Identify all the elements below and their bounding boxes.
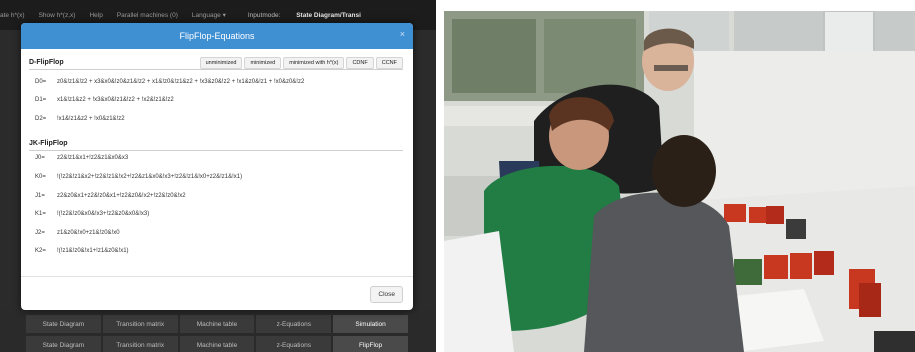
equation-expression: z1&z0&!x0+z1&!z0&!x0: [57, 230, 120, 236]
bottom-tab-area: State Diagram Transition matrix Machine …: [0, 310, 436, 352]
tab-state-diagram[interactable]: State Diagram: [26, 315, 101, 333]
lab-photo-illustration: [444, 11, 915, 352]
lab-module: [766, 206, 784, 224]
glasses: [654, 65, 688, 71]
composite-image: ate h*(x) Show h*(z,x) Help Parallel mac…: [0, 0, 915, 352]
inputmode-indicator: Inputmode: State Diagram/Transi: [248, 12, 361, 19]
flipflop-equations-dialog: FlipFlop-Equations × D-FlipFlop unminimi…: [21, 23, 413, 310]
equation-expression: z2&z0&x1+z2&!z0&x1+!z2&z0&!x2+!z2&!z0&!x…: [57, 193, 186, 199]
equation-k2: K2= !(!z1&!z0&!x1+!z1&z0&!x1): [35, 248, 129, 254]
cabinet-right: [694, 51, 915, 211]
cdnf-button[interactable]: CDNF: [346, 56, 374, 69]
equation-name: J1=: [35, 193, 45, 199]
window-pane: [544, 19, 636, 93]
equation-name: D1=: [35, 97, 47, 103]
lab-module: [764, 255, 788, 279]
equation-name: K0=: [35, 174, 46, 180]
app-screenshot: ate h*(x) Show h*(z,x) Help Parallel mac…: [0, 0, 436, 352]
person-head-back: [652, 135, 716, 207]
tab-simulation[interactable]: Simulation: [333, 315, 408, 333]
tab-machine-table[interactable]: Machine table: [179, 315, 255, 333]
lab-module: [749, 207, 767, 223]
keyboard: [874, 331, 915, 352]
tab-transition-matrix-2[interactable]: Transition matrix: [102, 336, 178, 352]
unminimized-button[interactable]: unminimized: [199, 56, 243, 69]
equation-d2: D2= !x1&!z1&z2 + !x0&z1&!z2: [35, 116, 125, 122]
equation-expression: !(!z1&!z0&!x1+!z1&z0&!x1): [57, 248, 129, 254]
d-flipflop-section-header: D-FlipFlop unminimized minimized minimiz…: [29, 56, 403, 70]
menu-item-parallel-machines[interactable]: Parallel machines (0): [117, 12, 178, 19]
jk-flipflop-label: JK-FlipFlop: [29, 140, 68, 147]
jk-flipflop-section-header: JK-FlipFlop: [29, 137, 403, 151]
tab-flipflop[interactable]: FlipFlop: [333, 336, 408, 352]
equation-name: J2=: [35, 230, 45, 236]
tab-z-equations[interactable]: z-Equations: [256, 315, 332, 333]
equation-name: K1=: [35, 211, 46, 217]
dialog-footer: Close: [21, 276, 413, 310]
lab-module: [734, 259, 762, 285]
lab-module: [786, 219, 806, 239]
person-grey-shirt: [584, 192, 744, 352]
equation-k1: K1= !(!z2&!z0&x0&!x3+!z2&z0&x0&!x3): [35, 211, 149, 217]
equation-expression: x1&!z1&z2 + !x3&x0&!z1&!z2 + !x2&!z1&!z2: [57, 97, 174, 103]
lab-module: [814, 251, 834, 275]
tab-transition-matrix[interactable]: Transition matrix: [102, 315, 178, 333]
close-icon[interactable]: ×: [400, 29, 405, 39]
equation-name: J0=: [35, 155, 45, 161]
tab-z-equations-2[interactable]: z-Equations: [256, 336, 332, 352]
equation-k0: K0= !(!z2&!z1&x2+!z2&!z1&!x2+!z2&z1&x0&!x…: [35, 174, 242, 180]
ccnf-button[interactable]: CCNF: [375, 56, 403, 69]
equation-expression: z0&!z1&!z2 + x3&x0&!z0&z1&!z2 + x1&!z0&!…: [57, 79, 305, 85]
lab-photo: [444, 11, 915, 352]
equation-d1: D1= x1&!z1&z2 + !x3&x0&!z1&!z2 + !x2&!z1&…: [35, 97, 174, 103]
tab-row-lower: State Diagram Transition matrix Machine …: [26, 336, 410, 352]
lab-module: [790, 253, 812, 279]
window-pane: [452, 19, 536, 93]
equation-name: K2=: [35, 248, 46, 254]
dialog-header: FlipFlop-Equations ×: [21, 23, 413, 49]
lab-module: [724, 204, 746, 222]
tab-state-diagram-2[interactable]: State Diagram: [26, 336, 101, 352]
minimized-with-h-button[interactable]: minimized with h*(x): [283, 56, 345, 69]
equation-d0: D0= z0&!z1&!z2 + x3&x0&!z0&z1&!z2 + x1&!z…: [35, 79, 304, 85]
equation-j0: J0= z2&!z1&x1+!z2&z1&x0&x3: [35, 155, 128, 161]
equation-j1: J1= z2&z0&x1+z2&!z0&x1+!z2&z0&!x2+!z2&!z0…: [35, 193, 186, 199]
close-button[interactable]: Close: [370, 286, 403, 303]
equation-name: D0=: [35, 79, 47, 85]
equation-expression: !(!z2&!z1&x2+!z2&!z1&!x2+!z2&z1&x0&!x3+!…: [57, 174, 243, 180]
lab-module: [859, 283, 881, 317]
dialog-title: FlipFlop-Equations: [179, 31, 255, 41]
menu-item-h-star[interactable]: ate h*(x): [0, 12, 25, 19]
equation-name: D2=: [35, 116, 47, 122]
inputmode-label: Inputmode:: [247, 11, 281, 19]
menu-item-show-h[interactable]: Show h*(z,x): [39, 12, 76, 19]
inputmode-value[interactable]: State Diagram/Transi: [296, 12, 361, 19]
equation-expression: !(!z2&!z0&x0&!x3+!z2&z0&x0&!x3): [57, 211, 150, 217]
tab-machine-table-2[interactable]: Machine table: [179, 336, 255, 352]
menu-item-help[interactable]: Help: [89, 12, 102, 19]
equation-expression: !x1&!z1&z2 + !x0&z1&!z2: [57, 116, 125, 122]
d-flipflop-label: D-FlipFlop: [29, 59, 64, 66]
menu-item-language[interactable]: Language ▾: [192, 11, 226, 19]
equation-expression: z2&!z1&x1+!z2&z1&x0&x3: [57, 155, 129, 161]
tab-row-upper: State Diagram Transition matrix Machine …: [26, 315, 410, 333]
equation-j2: J2= z1&z0&!x0+z1&!z0&!x0: [35, 230, 120, 236]
minimized-button[interactable]: minimized: [244, 56, 282, 69]
